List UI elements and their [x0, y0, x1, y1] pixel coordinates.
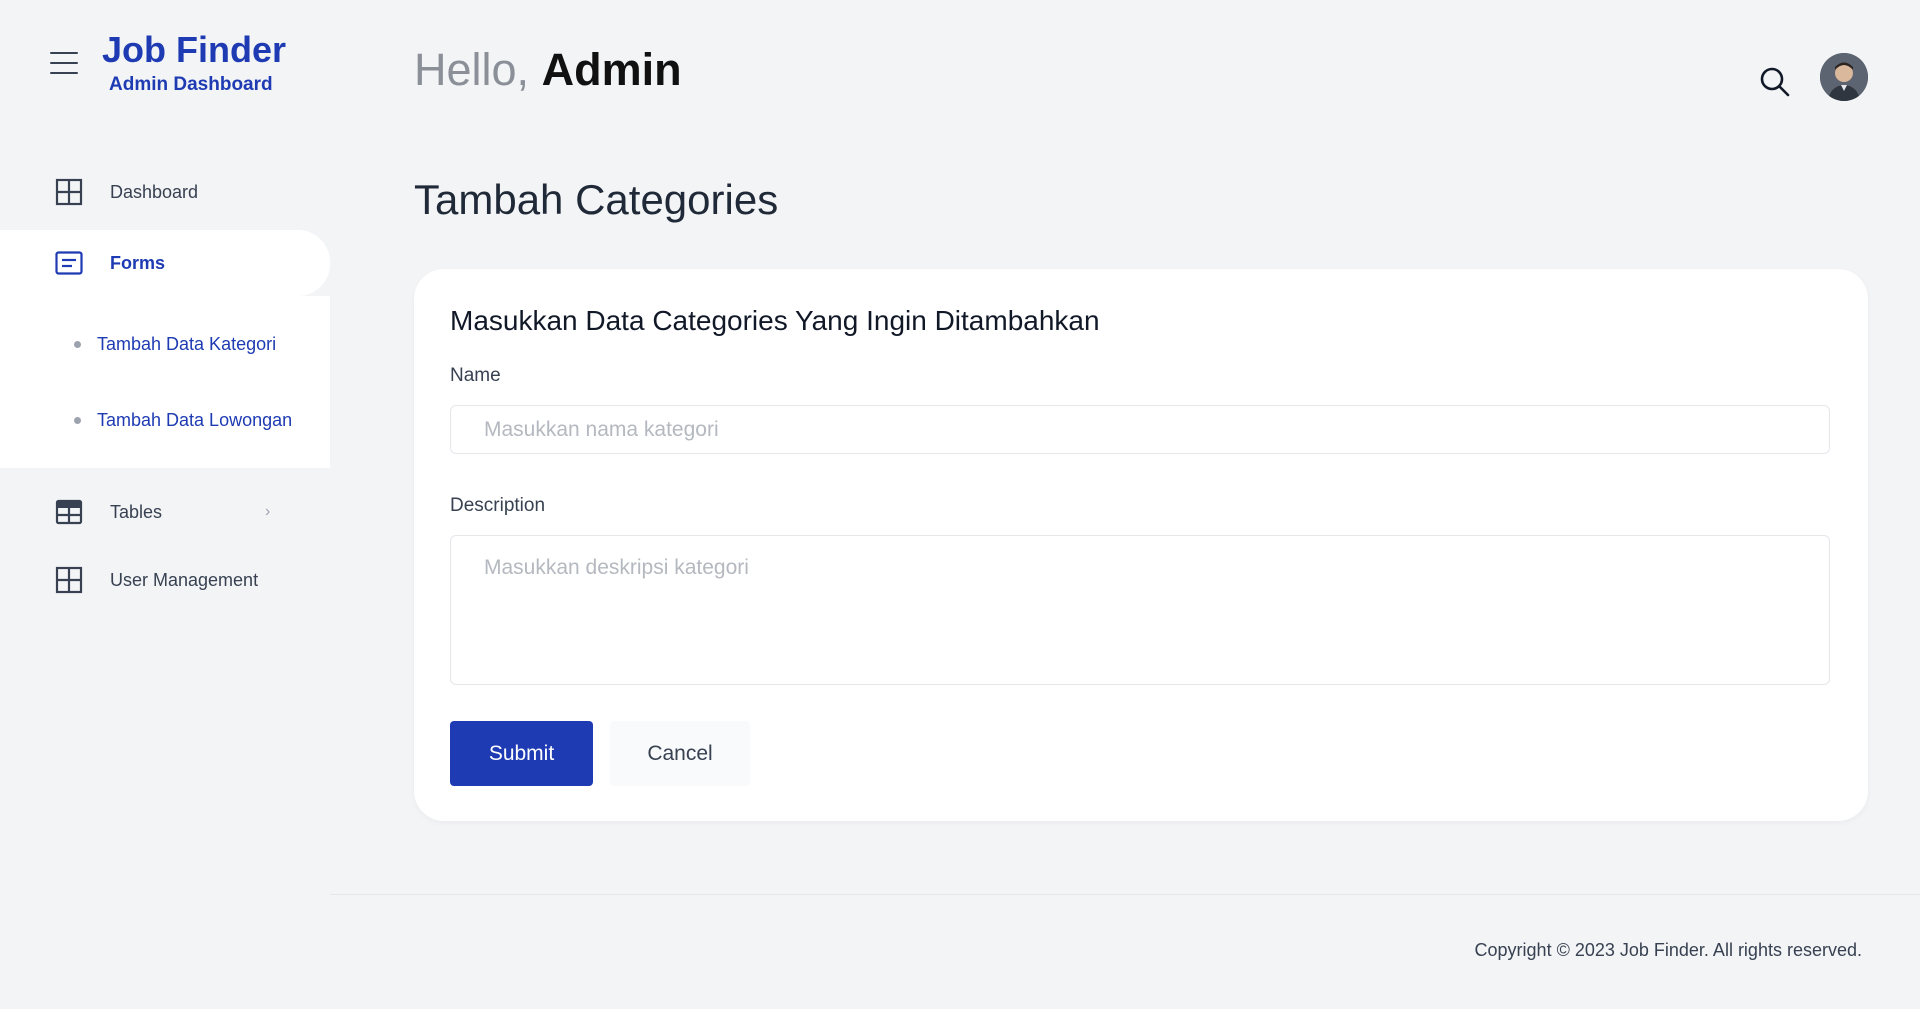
greeting: Hello, Admin	[414, 44, 682, 96]
copyright: Copyright © 2023 Job Finder. All rights …	[1474, 940, 1862, 960]
submit-button[interactable]: Submit	[450, 721, 593, 786]
submenu-label: Tambah Data Lowongan	[97, 409, 293, 430]
menu-icon[interactable]	[50, 52, 78, 74]
description-input[interactable]	[450, 535, 1830, 685]
sidebar-item-label: User Management	[110, 569, 259, 590]
footer-divider	[330, 894, 1920, 895]
submenu-item-tambah-kategori[interactable]: Tambah Data Kategori	[0, 306, 330, 382]
submenu-item-tambah-lowongan[interactable]: Tambah Data Lowongan	[0, 382, 330, 458]
greeting-name: Admin	[541, 44, 682, 95]
sidebar-item-user-management[interactable]: User Management	[0, 548, 330, 612]
description-label: Description	[450, 495, 546, 516]
sidebar: Job Finder Admin Dashboard Dashboard For…	[0, 0, 330, 1009]
form-title: Masukkan Data Categories Yang Ingin Dita…	[450, 305, 1100, 336]
greeting-hello: Hello,	[414, 44, 530, 95]
brand-title: Job Finder	[102, 29, 287, 70]
sidebar-item-dashboard[interactable]: Dashboard	[0, 160, 330, 224]
sidebar-item-label: Dashboard	[110, 181, 199, 202]
sidebar-item-forms[interactable]: Forms	[0, 230, 330, 296]
bullet-icon	[74, 416, 81, 424]
form-icon	[54, 248, 84, 278]
chevron-right-icon: ›	[265, 503, 271, 520]
grid-icon	[54, 565, 84, 595]
forms-submenu: Tambah Data Kategori Tambah Data Lowonga…	[0, 296, 330, 468]
grid-icon	[54, 177, 84, 207]
avatar[interactable]	[1820, 53, 1868, 101]
table-icon	[54, 497, 84, 527]
cancel-button[interactable]: Cancel	[610, 721, 750, 786]
sidebar-item-tables[interactable]: Tables ›	[0, 476, 330, 548]
bullet-icon	[74, 340, 81, 348]
brand: Job Finder Admin Dashboard	[50, 30, 286, 96]
name-input[interactable]	[450, 405, 1830, 454]
search-icon[interactable]	[1758, 65, 1792, 99]
name-label: Name	[450, 365, 501, 386]
submenu-label: Tambah Data Kategori	[97, 333, 277, 354]
page-title: Tambah Categories	[414, 176, 779, 223]
sidebar-item-label: Tables	[110, 501, 163, 522]
sidebar-item-label: Forms	[110, 252, 166, 273]
brand-subtitle: Admin Dashboard	[109, 74, 273, 95]
sidebar-nav: Dashboard Forms Tambah Data Kategori Tam…	[0, 160, 330, 612]
form-card: Masukkan Data Categories Yang Ingin Dita…	[414, 269, 1868, 821]
